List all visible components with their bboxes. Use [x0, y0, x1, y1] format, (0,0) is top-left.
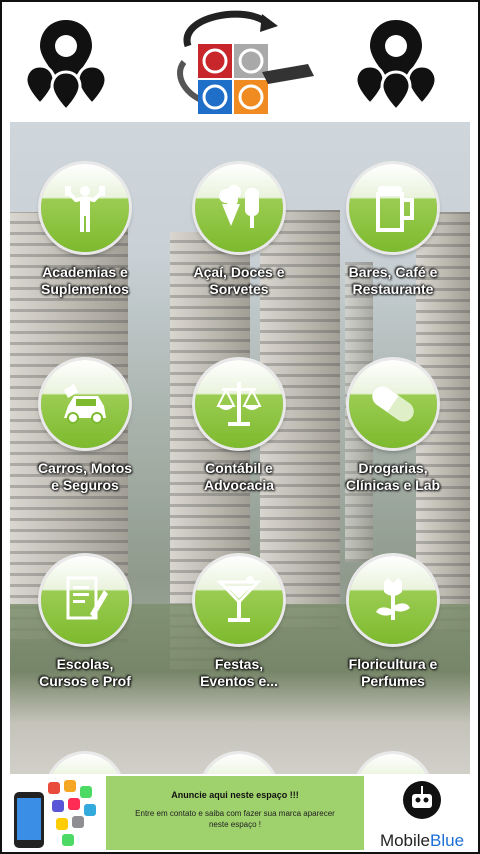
- category-label: Bares, Café e Restaurante: [348, 264, 438, 297]
- category-contabil[interactable]: Contábil e Advocacia: [164, 360, 314, 494]
- category-label: Contábil e Advocacia: [203, 460, 275, 493]
- category-circle: [41, 164, 129, 252]
- brand-name: MobileBlue: [379, 831, 465, 850]
- category-label: Academias e Suplementos: [41, 264, 129, 297]
- category-escolas[interactable]: Escolas, Cursos e Prof: [10, 556, 160, 690]
- category-festas[interactable]: Festas, Eventos e...: [164, 556, 314, 690]
- app-logo: [177, 10, 314, 114]
- header: [2, 2, 478, 120]
- category-circle: [349, 360, 437, 448]
- category-floricultura[interactable]: Floricultura e Perfumes: [318, 556, 468, 690]
- robot-logo-icon: [403, 781, 441, 819]
- category-label: Drogarias, Clínicas e Lab: [345, 460, 441, 493]
- category-bares[interactable]: Bares, Café e Restaurante: [318, 164, 468, 298]
- category-drogarias[interactable]: Drogarias, Clínicas e Lab: [318, 360, 468, 494]
- mobileblue-brand: MobileBlue: [368, 776, 476, 850]
- location-pin-icon[interactable]: [354, 16, 438, 112]
- car-icon: [64, 384, 106, 424]
- category-acai[interactable]: Açaí, Doces e Sorvetes: [164, 164, 314, 298]
- category-label: Floricultura e Perfumes: [348, 656, 438, 689]
- smartphone-apps-icon: [14, 780, 96, 848]
- category-label: Carros, Motos e Seguros: [37, 460, 133, 493]
- ad-text: Entre em contato e saiba com fazer sua m…: [135, 809, 335, 829]
- category-circle: [41, 556, 129, 644]
- category-label: Açaí, Doces e Sorvetes: [193, 264, 285, 297]
- category-circle: [195, 164, 283, 252]
- category-label: Escolas, Cursos e Prof: [39, 656, 131, 689]
- certificate-icon: [66, 576, 108, 620]
- pill-icon: [372, 386, 414, 422]
- scales-icon: [216, 382, 262, 426]
- category-circle: [195, 360, 283, 448]
- category-circle: [195, 556, 283, 644]
- category-circle: [41, 360, 129, 448]
- fitness-icon: [65, 186, 105, 232]
- flower-icon: [376, 578, 410, 620]
- location-pin-icon[interactable]: [24, 16, 108, 112]
- cocktail-icon: [216, 576, 262, 622]
- category-academias[interactable]: Academias e Suplementos: [10, 164, 160, 298]
- category-circle: [349, 556, 437, 644]
- ad-title: Anuncie aqui neste espaço !!!: [171, 790, 299, 800]
- category-carros[interactable]: Carros, Motos e Seguros: [10, 360, 160, 494]
- category-circle: [349, 164, 437, 252]
- ad-message[interactable]: Anuncie aqui neste espaço !!! Entre em c…: [106, 776, 364, 850]
- app-screen: Academias e Suplementos Açaí, Doces e Sorv…: [0, 0, 480, 854]
- category-label: Festas, Eventos e...: [200, 656, 278, 689]
- ad-banner[interactable]: Anuncie aqui neste espaço !!! Entre em c…: [2, 774, 478, 852]
- beer-mug-icon: [376, 186, 414, 232]
- ice-cream-icon: [219, 185, 259, 228]
